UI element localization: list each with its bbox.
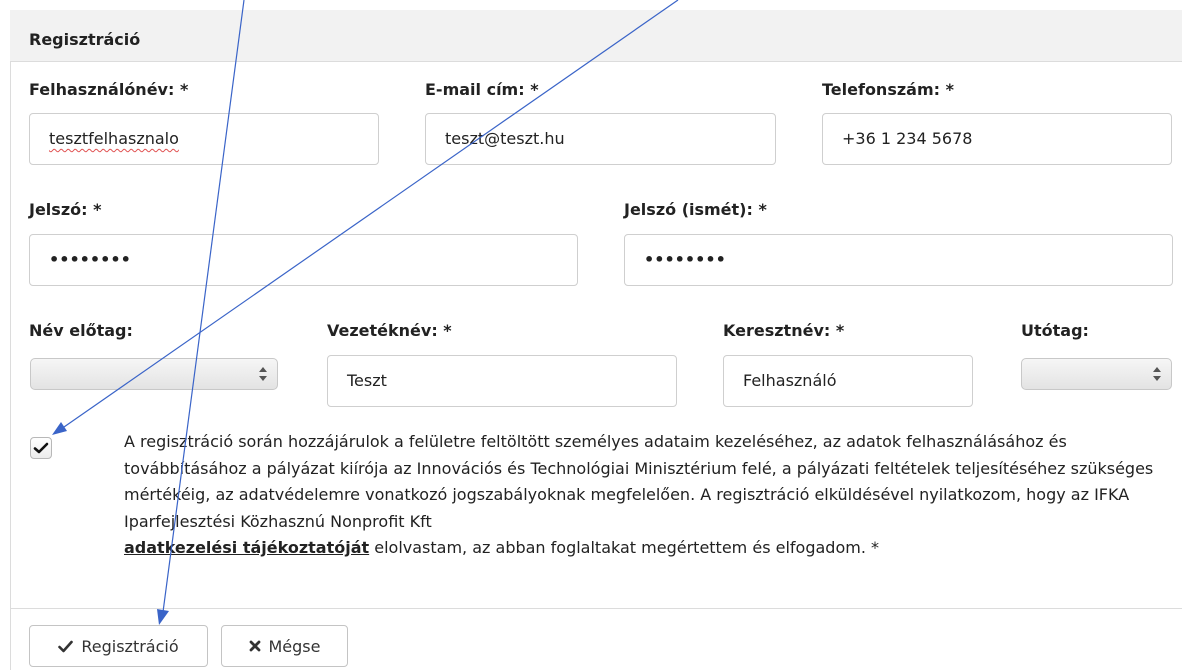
email-value: teszt@teszt.hu [445,129,565,148]
password-again-label: Jelszó (ismét): * [624,200,767,219]
password-label: Jelszó: * [29,200,102,219]
suffix-label: Utótag: [1021,321,1089,340]
password-again-input[interactable]: •••••••• [624,234,1173,286]
username-value: tesztfelhasznalo [49,129,179,148]
last-name-value: Teszt [347,371,387,390]
first-name-label: Keresztnév: * [723,321,845,340]
consent-text-after: elolvastam, az abban foglaltakat megérte… [374,538,879,557]
check-icon [33,442,49,454]
email-label: E-mail cím: * [425,80,539,99]
register-button[interactable]: Regisztráció [29,625,208,667]
privacy-policy-link[interactable]: adatkezelési tájékoztatóját [124,538,369,557]
check-icon [58,640,74,652]
last-name-input[interactable]: Teszt [327,355,677,407]
email-input[interactable]: teszt@teszt.hu [425,113,776,165]
phone-value: +36 1 234 5678 [842,129,973,148]
phone-label: Telefonszám: * [822,80,954,99]
consent-text-before: A regisztráció során hozzájárulok a felü… [124,432,1154,531]
username-label: Felhasználónév: * [29,80,189,99]
name-prefix-label: Név előtag: [29,321,133,340]
updown-arrows-icon [259,367,267,381]
registration-panel [10,10,1182,670]
password-value: •••••••• [49,250,131,269]
last-name-label: Vezetéknév: * [327,321,452,340]
first-name-input[interactable]: Felhasználó [723,355,973,407]
phone-input[interactable]: +36 1 234 5678 [822,113,1172,165]
password-input[interactable]: •••••••• [29,234,578,286]
updown-arrows-icon [1153,367,1161,381]
footer-divider [10,608,1182,609]
register-button-label: Regisztráció [81,636,179,656]
panel-title: Regisztráció [29,30,141,49]
cancel-button[interactable]: Mégse [221,625,348,667]
first-name-value: Felhasználó [743,371,837,390]
password-again-value: •••••••• [644,250,726,269]
x-icon [249,640,260,652]
consent-checkbox[interactable] [30,437,52,459]
cancel-button-label: Mégse [268,636,321,656]
name-prefix-select[interactable] [30,358,278,390]
username-input[interactable]: tesztfelhasznalo [29,113,379,165]
panel-header [10,10,1182,62]
consent-text: A regisztráció során hozzájárulok a felü… [124,429,1164,562]
suffix-select[interactable] [1021,358,1172,390]
